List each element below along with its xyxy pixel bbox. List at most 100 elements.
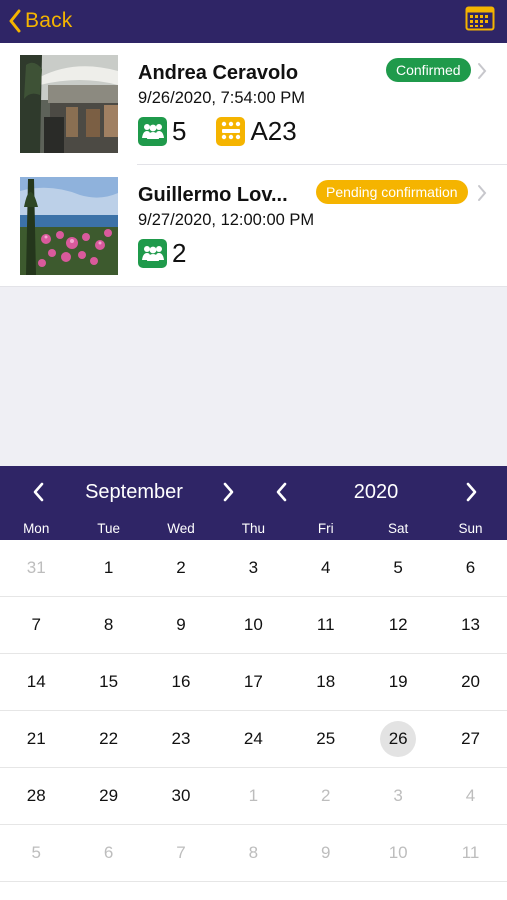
- day-number: 13: [461, 615, 480, 634]
- weekday-label: Tue: [97, 521, 120, 536]
- guests-icon: [138, 238, 167, 268]
- calendar-toggle-button[interactable]: [465, 4, 495, 32]
- day-cell[interactable]: 30: [145, 768, 217, 824]
- calendar-week-row: 21 22 23 24 25 26 27: [0, 711, 507, 768]
- chevron-left-icon: [9, 9, 21, 33]
- day-number: 30: [171, 786, 191, 805]
- day-number: 3: [393, 786, 403, 805]
- day-cell[interactable]: 5: [0, 825, 72, 881]
- day-number: 5: [31, 843, 41, 862]
- day-cell[interactable]: 3: [362, 768, 434, 824]
- day-number: 6: [103, 843, 114, 862]
- reservation-item[interactable]: Guillermo Lov... 9/27/2020, 12:00:00 PM …: [0, 165, 507, 287]
- day-cell[interactable]: 9: [290, 825, 362, 881]
- day-number: 21: [26, 729, 46, 748]
- day-cell[interactable]: 25: [290, 711, 362, 767]
- day-number: 3: [248, 558, 259, 577]
- day-cell[interactable]: 2: [290, 768, 362, 824]
- day-cell[interactable]: 9: [145, 597, 217, 653]
- prev-year-button[interactable]: [269, 479, 295, 505]
- selected-day-cell[interactable]: 26: [362, 711, 434, 767]
- day-cell[interactable]: 4: [434, 768, 506, 824]
- guest-name: Guillermo Lov...: [138, 184, 288, 206]
- weekday-label: Fri: [317, 521, 334, 536]
- calendar-week-row: 31 1 2 3 4 5 6: [0, 540, 507, 597]
- day-cell[interactable]: 13: [434, 597, 506, 653]
- day-cell[interactable]: 6: [72, 825, 144, 881]
- day-cell[interactable]: 2: [145, 540, 217, 596]
- day-number: 7: [176, 843, 186, 862]
- year-label: 2020: [353, 481, 399, 503]
- day-cell[interactable]: 18: [290, 654, 362, 710]
- weekday-label: Wed: [167, 521, 195, 536]
- day-number: 17: [243, 672, 263, 691]
- day-cell[interactable]: 3: [217, 540, 289, 596]
- table-number: A23: [250, 115, 297, 146]
- chevron-left-icon: [276, 482, 287, 502]
- weekday-row: Mon Tue Wed Thu Fri Sat Sun: [0, 518, 507, 540]
- prev-month-button[interactable]: [26, 479, 52, 505]
- day-number: 6: [465, 558, 476, 577]
- weekday-label: Sun: [458, 521, 483, 536]
- day-cell[interactable]: 5: [362, 540, 434, 596]
- day-cell[interactable]: 8: [217, 825, 289, 881]
- day-cell[interactable]: 22: [72, 711, 144, 767]
- weekday-label: Thu: [241, 521, 265, 536]
- day-number: 10: [243, 615, 263, 634]
- day-cell[interactable]: 10: [362, 825, 434, 881]
- day-cell[interactable]: 21: [0, 711, 72, 767]
- day-number: 8: [248, 843, 259, 862]
- day-cell[interactable]: 19: [362, 654, 434, 710]
- guests-icon: [138, 116, 167, 146]
- guest-name: Andrea Ceravolo: [138, 62, 299, 84]
- day-number: 23: [171, 729, 191, 748]
- reservation-datetime: 9/26/2020, 7:54:00 PM: [138, 89, 305, 107]
- month-label: September: [85, 481, 183, 503]
- chevron-right-icon: [478, 185, 487, 201]
- day-cell[interactable]: 1: [72, 540, 144, 596]
- next-month-button[interactable]: [215, 479, 241, 505]
- day-number: 24: [243, 729, 263, 748]
- calendar-header: September 2020: [0, 466, 507, 518]
- day-number: 1: [248, 786, 259, 805]
- day-number: 11: [316, 615, 335, 634]
- day-cell[interactable]: 15: [72, 654, 144, 710]
- weekday-label: Mon: [23, 521, 50, 536]
- day-cell[interactable]: 28: [0, 768, 72, 824]
- day-number: 1: [103, 558, 114, 577]
- day-cell[interactable]: 8: [72, 597, 144, 653]
- day-cell[interactable]: 10: [217, 597, 289, 653]
- day-cell[interactable]: 17: [217, 654, 289, 710]
- day-cell[interactable]: 4: [290, 540, 362, 596]
- day-cell[interactable]: 11: [290, 597, 362, 653]
- day-cell[interactable]: 29: [72, 768, 144, 824]
- day-cell[interactable]: 31: [0, 540, 72, 596]
- reservation-item[interactable]: Andrea Ceravolo 9/26/2020, 7:54:00 PM Co…: [0, 43, 507, 165]
- day-cell[interactable]: 23: [145, 711, 217, 767]
- day-cell[interactable]: 14: [0, 654, 72, 710]
- day-cell[interactable]: 24: [217, 711, 289, 767]
- day-cell[interactable]: 27: [434, 711, 506, 767]
- day-cell[interactable]: 11: [434, 825, 506, 881]
- day-number: 9: [321, 843, 331, 862]
- restaurant-terrace-image: [20, 55, 118, 153]
- day-number: 31: [26, 558, 46, 577]
- day-cell[interactable]: 7: [145, 825, 217, 881]
- day-cell[interactable]: 12: [362, 597, 434, 653]
- day-number: 26: [388, 729, 408, 748]
- weekday-label: Sat: [388, 521, 409, 536]
- day-cell[interactable]: 20: [434, 654, 506, 710]
- next-year-button[interactable]: [458, 479, 484, 505]
- day-cell[interactable]: 1: [217, 768, 289, 824]
- day-cell[interactable]: 16: [145, 654, 217, 710]
- back-label: Back: [25, 9, 73, 32]
- calendar-week-row: 28 29 30 1 2 3 4: [0, 768, 507, 825]
- day-number: 5: [393, 558, 403, 577]
- day-cell[interactable]: 7: [0, 597, 72, 653]
- back-button[interactable]: Back: [8, 4, 73, 38]
- status-badge: Pending confirmation: [316, 180, 468, 204]
- day-cell[interactable]: 6: [434, 540, 506, 596]
- day-number: 2: [321, 786, 331, 805]
- chevron-right-icon: [466, 482, 477, 502]
- calendar-panel: September 2020 Mon Tue Wed Thu Fri Sat S…: [0, 466, 507, 900]
